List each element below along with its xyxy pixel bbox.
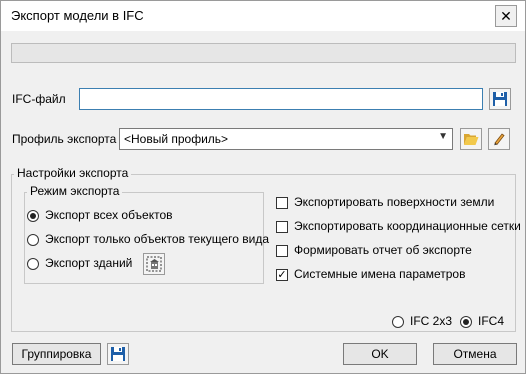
radio-export-buildings[interactable] [27,258,39,270]
select-buildings-button[interactable] [143,253,165,275]
export-ifc-dialog: Экспорт модели в IFC ✕ IFC-файл Профиль … [0,0,526,374]
title-bar: Экспорт модели в IFC ✕ [1,1,525,31]
export-mode-all-label: Экспорт всех объектов [45,208,173,222]
building-select-icon [146,256,162,272]
radio-ifc2x3[interactable] [392,316,404,328]
checkbox-coordination-grids[interactable] [276,221,288,233]
radio-export-current-view[interactable] [27,234,39,246]
export-mode-current-view-label: Экспорт только объектов текущего вида [45,232,269,246]
export-settings-title: Настройки экспорта [14,166,132,180]
chevron-down-icon: ▼ [438,131,448,142]
export-profile-select[interactable]: <Новый профиль> ▼ [119,128,453,150]
checkbox-export-report[interactable] [276,245,288,257]
progress-bar [11,43,516,63]
option-export-report-label: Формировать отчет об экспорте [294,243,472,257]
close-icon: ✕ [500,8,512,24]
open-profile-button[interactable] [460,128,482,150]
save-file-button[interactable] [489,88,511,110]
option-system-parameter-names-label: Системные имена параметров [294,267,466,281]
pencil-icon [494,133,505,146]
edit-profile-button[interactable] [488,128,510,150]
export-mode-group: Режим экспорта Экспорт всех объектов Экс… [24,184,269,284]
version-ifc2x3-label: IFC 2x3 [410,314,453,328]
export-mode-buildings-label: Экспорт зданий [45,256,133,270]
radio-export-all[interactable] [27,210,39,222]
ifc-file-label: IFC-файл [12,92,66,106]
cancel-button-label: Отмена [453,347,497,361]
folder-open-icon [464,134,479,145]
ifc-file-input[interactable] [79,88,483,110]
export-profile-value: <Новый профиль> [124,132,229,146]
ok-button-label: OK [371,347,389,361]
checkbox-system-parameter-names[interactable]: ✓ [276,269,288,281]
close-button[interactable]: ✕ [495,5,517,27]
checkbox-ground-surfaces[interactable] [276,197,288,209]
export-mode-title: Режим экспорта [27,184,123,198]
grouping-button-label: Группировка [21,347,92,361]
floppy-disk-icon [493,92,507,106]
floppy-disk-icon [111,347,125,361]
ok-button[interactable]: OK [343,343,417,365]
grouping-button[interactable]: Группировка [12,343,101,365]
export-profile-label: Профиль экспорта [12,132,117,146]
option-ground-surfaces-label: Экспортировать поверхности земли [294,195,495,209]
window-title: Экспорт модели в IFC [11,8,144,23]
option-coordination-grids-label: Экспортировать координационные сетки [294,219,521,233]
export-settings-group: Настройки экспорта Режим экспорта Экспор… [11,166,521,332]
radio-ifc4[interactable] [460,316,472,328]
cancel-button[interactable]: Отмена [433,343,517,365]
version-ifc4-label: IFC4 [478,314,505,328]
save-settings-button[interactable] [107,343,129,365]
